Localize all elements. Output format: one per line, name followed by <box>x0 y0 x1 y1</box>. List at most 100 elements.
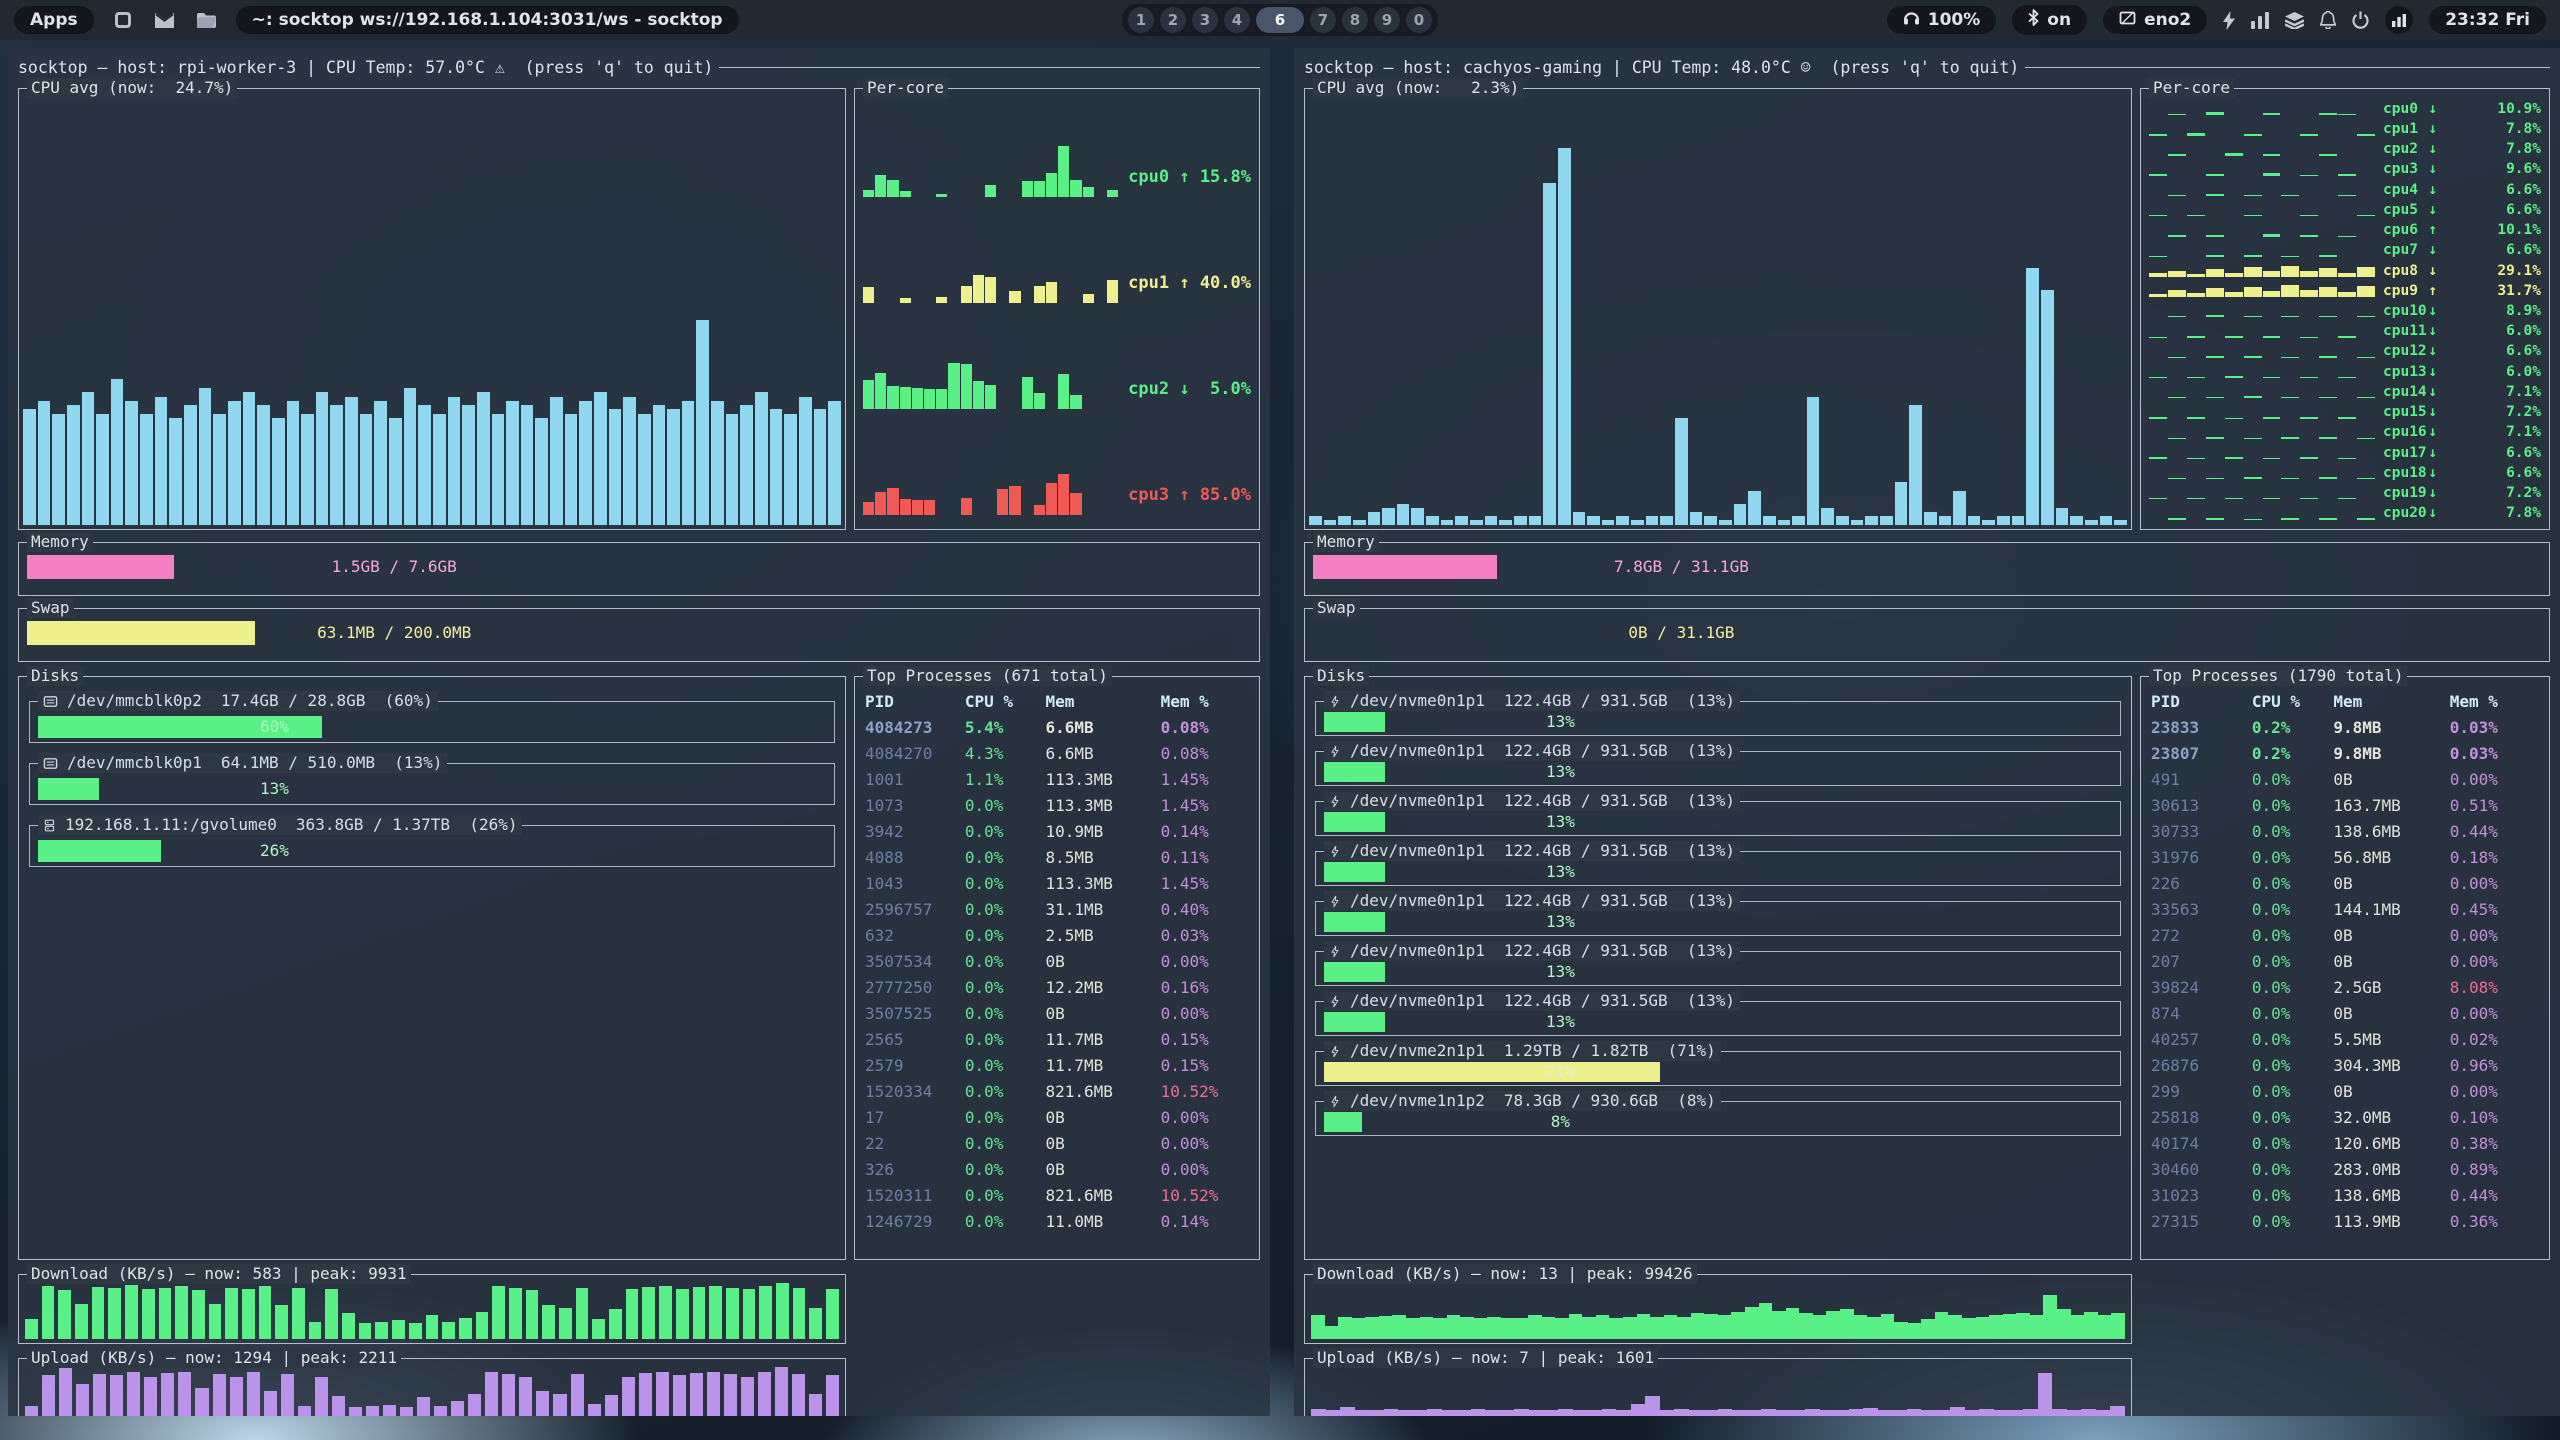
chart-bar <box>2149 256 2167 257</box>
chart-bar <box>409 1323 422 1339</box>
chart-bar <box>1455 516 1468 525</box>
chart-bar <box>140 414 153 525</box>
workspace-3[interactable]: 3 <box>1192 7 1218 33</box>
workspace-4[interactable]: 4 <box>1224 7 1250 33</box>
chart-bar <box>1529 516 1542 525</box>
chart-bar <box>2168 271 2186 278</box>
chart-bar <box>2187 215 2205 217</box>
core-sparkline <box>2149 203 2375 216</box>
chart-bar <box>2187 336 2205 338</box>
chart-bar <box>912 500 923 515</box>
bell-icon[interactable] <box>2320 11 2336 29</box>
layers-icon[interactable] <box>2285 12 2304 29</box>
process-table-rows: 40842735.4%6.6MB0.08%40842704.3%6.6MB0.0… <box>865 715 1249 1235</box>
chart-bar <box>2067 1410 2082 1416</box>
window-title-button[interactable]: ~: socktop ws://192.168.1.104:3031/ws - … <box>236 6 739 34</box>
chart-bar <box>2338 174 2356 176</box>
volume-pill[interactable]: 100% <box>1887 6 1997 34</box>
process-mem: 31.1MB <box>1045 897 1160 923</box>
process-row: 25967570.0%31.1MB0.40% <box>865 897 1249 923</box>
chart-bar <box>264 1391 277 1416</box>
cpu-avg-panel: CPU avg (now: 24.7%) <box>18 88 846 530</box>
chart-bar <box>2187 498 2205 500</box>
process-mem: 304.3MB <box>2333 1053 2449 1079</box>
process-pid: 272 <box>2151 923 2252 949</box>
bluetooth-pill[interactable]: on <box>2012 5 2087 35</box>
terminal-cachyos-gaming[interactable]: socktop — host: cachyos-gaming | CPU Tem… <box>1294 48 2560 1416</box>
core-sparkline <box>2149 304 2375 317</box>
chart-bar <box>2319 287 2337 297</box>
chart-bar <box>2043 1295 2057 1339</box>
process-row: 238070.2%9.8MB0.03% <box>2151 741 2539 767</box>
apps-button[interactable]: Apps <box>14 6 94 34</box>
chart-bar <box>1997 516 2010 525</box>
process-cpu: 0.0% <box>965 1131 1046 1157</box>
terminal-rpi-worker-3[interactable]: socktop — host: rpi-worker-3 | CPU Temp:… <box>8 48 1270 1416</box>
chart-bar <box>1034 505 1045 515</box>
arrow-down-icon: ↓ <box>2428 202 2437 218</box>
workspace-8[interactable]: 8 <box>1342 7 1368 33</box>
chart-bar <box>1704 1314 1718 1339</box>
disks-label: Disks <box>1313 666 1369 686</box>
chart-bar <box>2338 195 2356 196</box>
chart-bar <box>828 401 841 525</box>
chart-bar <box>1022 181 1033 197</box>
mail-icon[interactable] <box>152 7 178 33</box>
chart-bar <box>1543 183 1556 525</box>
folder-icon[interactable] <box>194 7 220 33</box>
chart-bar <box>2300 290 2318 298</box>
chart-bar <box>1529 1410 1544 1416</box>
workspace-0[interactable]: 0 <box>1406 7 1432 33</box>
chart-bar <box>2281 437 2299 439</box>
disk-row: /dev/nvme0n1p1122.4GB / 931.5GB (13%)13% <box>1315 851 2121 886</box>
chart-bar <box>2300 215 2318 216</box>
chart-bar <box>142 1289 155 1339</box>
power-profile-icon[interactable] <box>2223 11 2235 30</box>
chart-bar <box>642 1287 655 1339</box>
chart-bar <box>1968 516 1981 525</box>
chart-bar <box>2057 1309 2071 1339</box>
chart-bar <box>1569 1314 1583 1339</box>
headphones-icon <box>1903 10 1920 30</box>
workspace-6-active[interactable]: 6 <box>1256 7 1304 33</box>
disk-percent: 26% <box>38 840 511 862</box>
chart-bar <box>2281 195 2299 197</box>
process-mem-pct: 0.00% <box>1161 1105 1249 1131</box>
upload-chart <box>25 1365 839 1416</box>
audio-bars-icon[interactable] <box>2251 12 2269 29</box>
chart-bar <box>2338 336 2356 338</box>
arrow-down-icon: ↓ <box>2428 121 2437 137</box>
clock[interactable]: 23:32 Fri <box>2429 6 2546 34</box>
core-label: cpu1 ↑ 40.0% <box>1128 273 1251 293</box>
arrow-down-icon: ↓ <box>2428 242 2437 258</box>
monitor-logo-icon[interactable] <box>2385 6 2413 34</box>
process-mem: 11.7MB <box>1045 1027 1160 1053</box>
chart-bar <box>1046 483 1057 515</box>
power-icon[interactable] <box>2352 11 2369 29</box>
workspace-7[interactable]: 7 <box>1310 7 1336 33</box>
workspace-2[interactable]: 2 <box>1160 7 1186 33</box>
network-pill[interactable]: eno2 <box>2103 6 2207 34</box>
core-row-cpu18: cpu18↓ 6.6% <box>2149 463 2541 483</box>
chart-bar <box>2319 356 2337 358</box>
download-chart <box>1311 1281 2125 1339</box>
window-icon[interactable] <box>110 7 136 33</box>
chart-bar <box>1734 504 1747 525</box>
core-row-cpu19: cpu19↓ 7.2% <box>2149 483 2541 503</box>
workspace-9[interactable]: 9 <box>1374 7 1400 33</box>
process-cpu: 0.0% <box>965 1079 1046 1105</box>
chart-bar <box>2149 337 2167 338</box>
chart-bar <box>2263 234 2281 236</box>
chart-bar <box>1761 1409 1776 1416</box>
chart-bar <box>2244 195 2262 196</box>
workspace-1[interactable]: 1 <box>1128 7 1154 33</box>
core-row-cpu11: cpu11↓ 6.0% <box>2149 321 2541 341</box>
process-row: 35075340.0%0B0.00% <box>865 949 1249 975</box>
process-cpu: 0.0% <box>2252 1079 2333 1105</box>
chart-bar <box>1778 520 1791 525</box>
chart-bar <box>2206 288 2224 297</box>
process-mem-pct: 0.44% <box>2450 1183 2539 1209</box>
core-row-cpu1: cpu1↓ 7.8% <box>2149 119 2541 139</box>
chart-bar <box>609 409 622 525</box>
process-mem: 144.1MB <box>2333 897 2449 923</box>
